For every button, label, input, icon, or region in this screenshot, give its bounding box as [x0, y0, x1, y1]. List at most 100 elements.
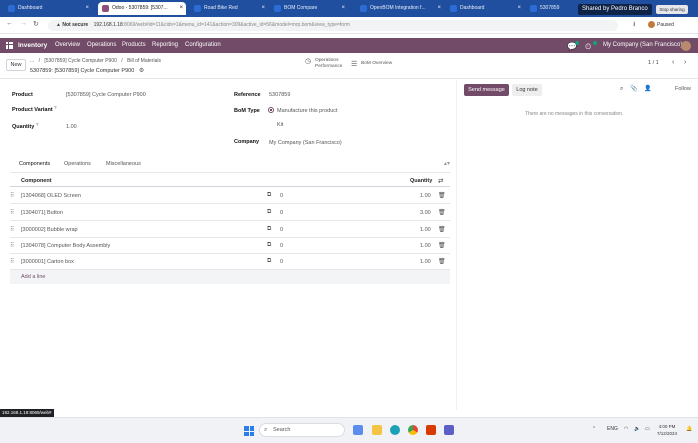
- download-icon[interactable]: ⭳: [633, 20, 635, 31]
- battery-icon[interactable]: ▭: [645, 426, 650, 432]
- close-icon[interactable]: ×: [179, 2, 183, 15]
- address-bar[interactable]: ▲ Not secure 192.168.1.18:8069/web#id=11…: [48, 20, 618, 31]
- menu-reporting[interactable]: Reporting: [152, 38, 178, 53]
- stop-sharing-button[interactable]: Stop sharing: [656, 5, 688, 14]
- add-line-link[interactable]: Add a line: [21, 274, 45, 280]
- table-row[interactable]: ⠿ [3000001] Carton box ⧉ 0 1.00 🗑: [10, 254, 450, 270]
- menu-operations[interactable]: Operations: [87, 38, 116, 53]
- operations-icon[interactable]: ⧉: [267, 242, 271, 249]
- gear-icon[interactable]: ⚙: [139, 68, 144, 74]
- trash-icon[interactable]: 🗑: [438, 226, 446, 233]
- chevron-right-icon[interactable]: ›: [684, 59, 686, 66]
- component-cell[interactable]: [3000001] Carton box: [21, 259, 74, 265]
- company-field[interactable]: My Company (San Francisco): [269, 140, 342, 146]
- quantity-cell[interactable]: 3.00: [420, 210, 431, 216]
- search-icon[interactable]: ⌕: [620, 86, 623, 92]
- help-icon[interactable]: ?: [54, 105, 57, 110]
- new-button[interactable]: New: [6, 59, 26, 71]
- wifi-icon[interactable]: ◠: [624, 426, 628, 432]
- trash-icon[interactable]: 🗑: [438, 242, 446, 249]
- close-icon[interactable]: ×: [437, 2, 441, 15]
- file-explorer-icon[interactable]: [372, 425, 382, 435]
- menu-overview[interactable]: Overview: [55, 38, 80, 53]
- windows-start-icon[interactable]: [244, 426, 254, 436]
- reload-icon[interactable]: ↻: [33, 20, 39, 28]
- paperclip-icon[interactable]: 📎: [630, 86, 637, 92]
- drag-handle-icon[interactable]: ⠿: [10, 258, 14, 265]
- edge-icon[interactable]: [390, 425, 400, 435]
- user-avatar[interactable]: [681, 41, 691, 51]
- volume-icon[interactable]: 🔈: [634, 426, 640, 432]
- forward-icon[interactable]: →: [20, 20, 27, 27]
- breadcrumb-dots[interactable]: ...: [30, 58, 34, 64]
- log-note-button[interactable]: Log note: [512, 84, 542, 96]
- quantity-cell[interactable]: 1.00: [420, 193, 431, 199]
- add-line-row[interactable]: Add a line: [10, 270, 450, 284]
- trash-icon[interactable]: 🗑: [438, 209, 446, 216]
- apps-menu-icon[interactable]: [6, 42, 13, 49]
- drag-handle-icon[interactable]: ⠿: [10, 192, 14, 199]
- profile-button[interactable]: Paused: [648, 20, 674, 31]
- teams-icon[interactable]: [444, 425, 454, 435]
- menu-configuration[interactable]: Configuration: [185, 38, 221, 53]
- tab-miscellaneous[interactable]: Miscellaneous: [106, 161, 141, 167]
- tray-chevron-icon[interactable]: ⌃: [592, 426, 596, 432]
- table-row[interactable]: ⠿ [1304071] Button ⧉ 0 3.00 🗑: [10, 205, 450, 221]
- drag-handle-icon[interactable]: ⠿: [10, 226, 14, 233]
- widgets-icon[interactable]: [353, 425, 363, 435]
- component-cell[interactable]: [1304078] Computer Body Assembly: [21, 243, 110, 249]
- component-cell[interactable]: [3000002] Bubble wrap: [21, 227, 78, 233]
- browser-tab[interactable]: 5307859: [526, 2, 576, 15]
- close-icon[interactable]: ×: [517, 2, 521, 15]
- bom-type-manufacture-radio[interactable]: Manufacture this product: [268, 107, 338, 114]
- browser-tab-active[interactable]: Odoo - 5307859: [5307... ×: [98, 2, 186, 15]
- drag-handle-icon[interactable]: ⠿: [10, 209, 14, 216]
- back-icon[interactable]: ←: [6, 20, 13, 27]
- quantity-cell[interactable]: 1.00: [420, 259, 431, 265]
- language-indicator[interactable]: ENG: [607, 426, 618, 432]
- activity-clock-icon[interactable]: ⏲: [585, 39, 591, 54]
- notification-bell-icon[interactable]: 🔔: [686, 426, 692, 432]
- tab-operations[interactable]: Operations: [64, 161, 91, 167]
- drag-handle-icon[interactable]: ⠿: [10, 242, 14, 249]
- operations-icon[interactable]: ⧉: [267, 258, 271, 265]
- taskbar-search-input[interactable]: ⌕ Search: [259, 423, 345, 437]
- operations-icon[interactable]: ⧉: [267, 226, 271, 233]
- column-toggle-icon[interactable]: ⇄: [438, 177, 443, 185]
- column-component[interactable]: Component: [21, 178, 52, 184]
- quantity-field[interactable]: 1.00: [66, 124, 77, 130]
- browser-tab[interactable]: Dashboard ×: [446, 2, 524, 15]
- close-icon[interactable]: ×: [261, 2, 265, 15]
- follower-icon[interactable]: 👤: [644, 86, 651, 92]
- bom-type-kit-radio[interactable]: Kit: [268, 121, 283, 128]
- trash-icon[interactable]: 🗑: [438, 258, 446, 265]
- app-name[interactable]: Inventory: [18, 38, 47, 53]
- table-row[interactable]: ⠿ [1304068] OLED Screen ⧉ 0 1.00 🗑: [10, 188, 450, 204]
- table-row[interactable]: ⠿ [3000002] Bubble wrap ⧉ 0 1.00 🗑: [10, 222, 450, 238]
- quantity-cell[interactable]: 1.00: [420, 243, 431, 249]
- browser-tab[interactable]: Dashboard ×: [4, 2, 92, 15]
- pager-value[interactable]: 1 / 1: [648, 60, 659, 66]
- chrome-icon[interactable]: [408, 425, 418, 435]
- menu-products[interactable]: Products: [122, 38, 146, 53]
- breadcrumb-parent[interactable]: [5307859] Cycle Computer P900: [44, 58, 117, 64]
- browser-tab[interactable]: OpenBOM Integration f... ×: [356, 2, 444, 15]
- company-switcher[interactable]: My Company (San Francisco): [603, 38, 682, 53]
- component-cell[interactable]: [1304071] Button: [21, 210, 63, 216]
- browser-tab[interactable]: Road Bike Red ×: [190, 2, 268, 15]
- operations-icon[interactable]: ⧉: [267, 192, 271, 199]
- trash-icon[interactable]: 🗑: [438, 192, 446, 199]
- operations-icon[interactable]: ⧉: [267, 209, 271, 216]
- follow-button[interactable]: Follow: [675, 86, 691, 92]
- reference-field[interactable]: 5307859: [269, 92, 290, 98]
- office-icon[interactable]: [426, 425, 436, 435]
- quantity-cell[interactable]: 1.00: [420, 227, 431, 233]
- taskbar-clock[interactable]: 4:00 PM 7/12/2024: [657, 423, 677, 437]
- table-row[interactable]: ⠿ [1304078] Computer Body Assembly ⧉ 0 1…: [10, 238, 450, 254]
- column-quantity[interactable]: Quantity: [410, 178, 432, 184]
- close-icon[interactable]: ×: [341, 2, 345, 15]
- tab-components[interactable]: Components: [19, 161, 50, 167]
- breadcrumb-section[interactable]: Bill of Materials: [127, 58, 161, 64]
- operations-performance-button[interactable]: ◷ Operations Performance: [305, 58, 353, 69]
- help-icon[interactable]: ?: [36, 122, 39, 127]
